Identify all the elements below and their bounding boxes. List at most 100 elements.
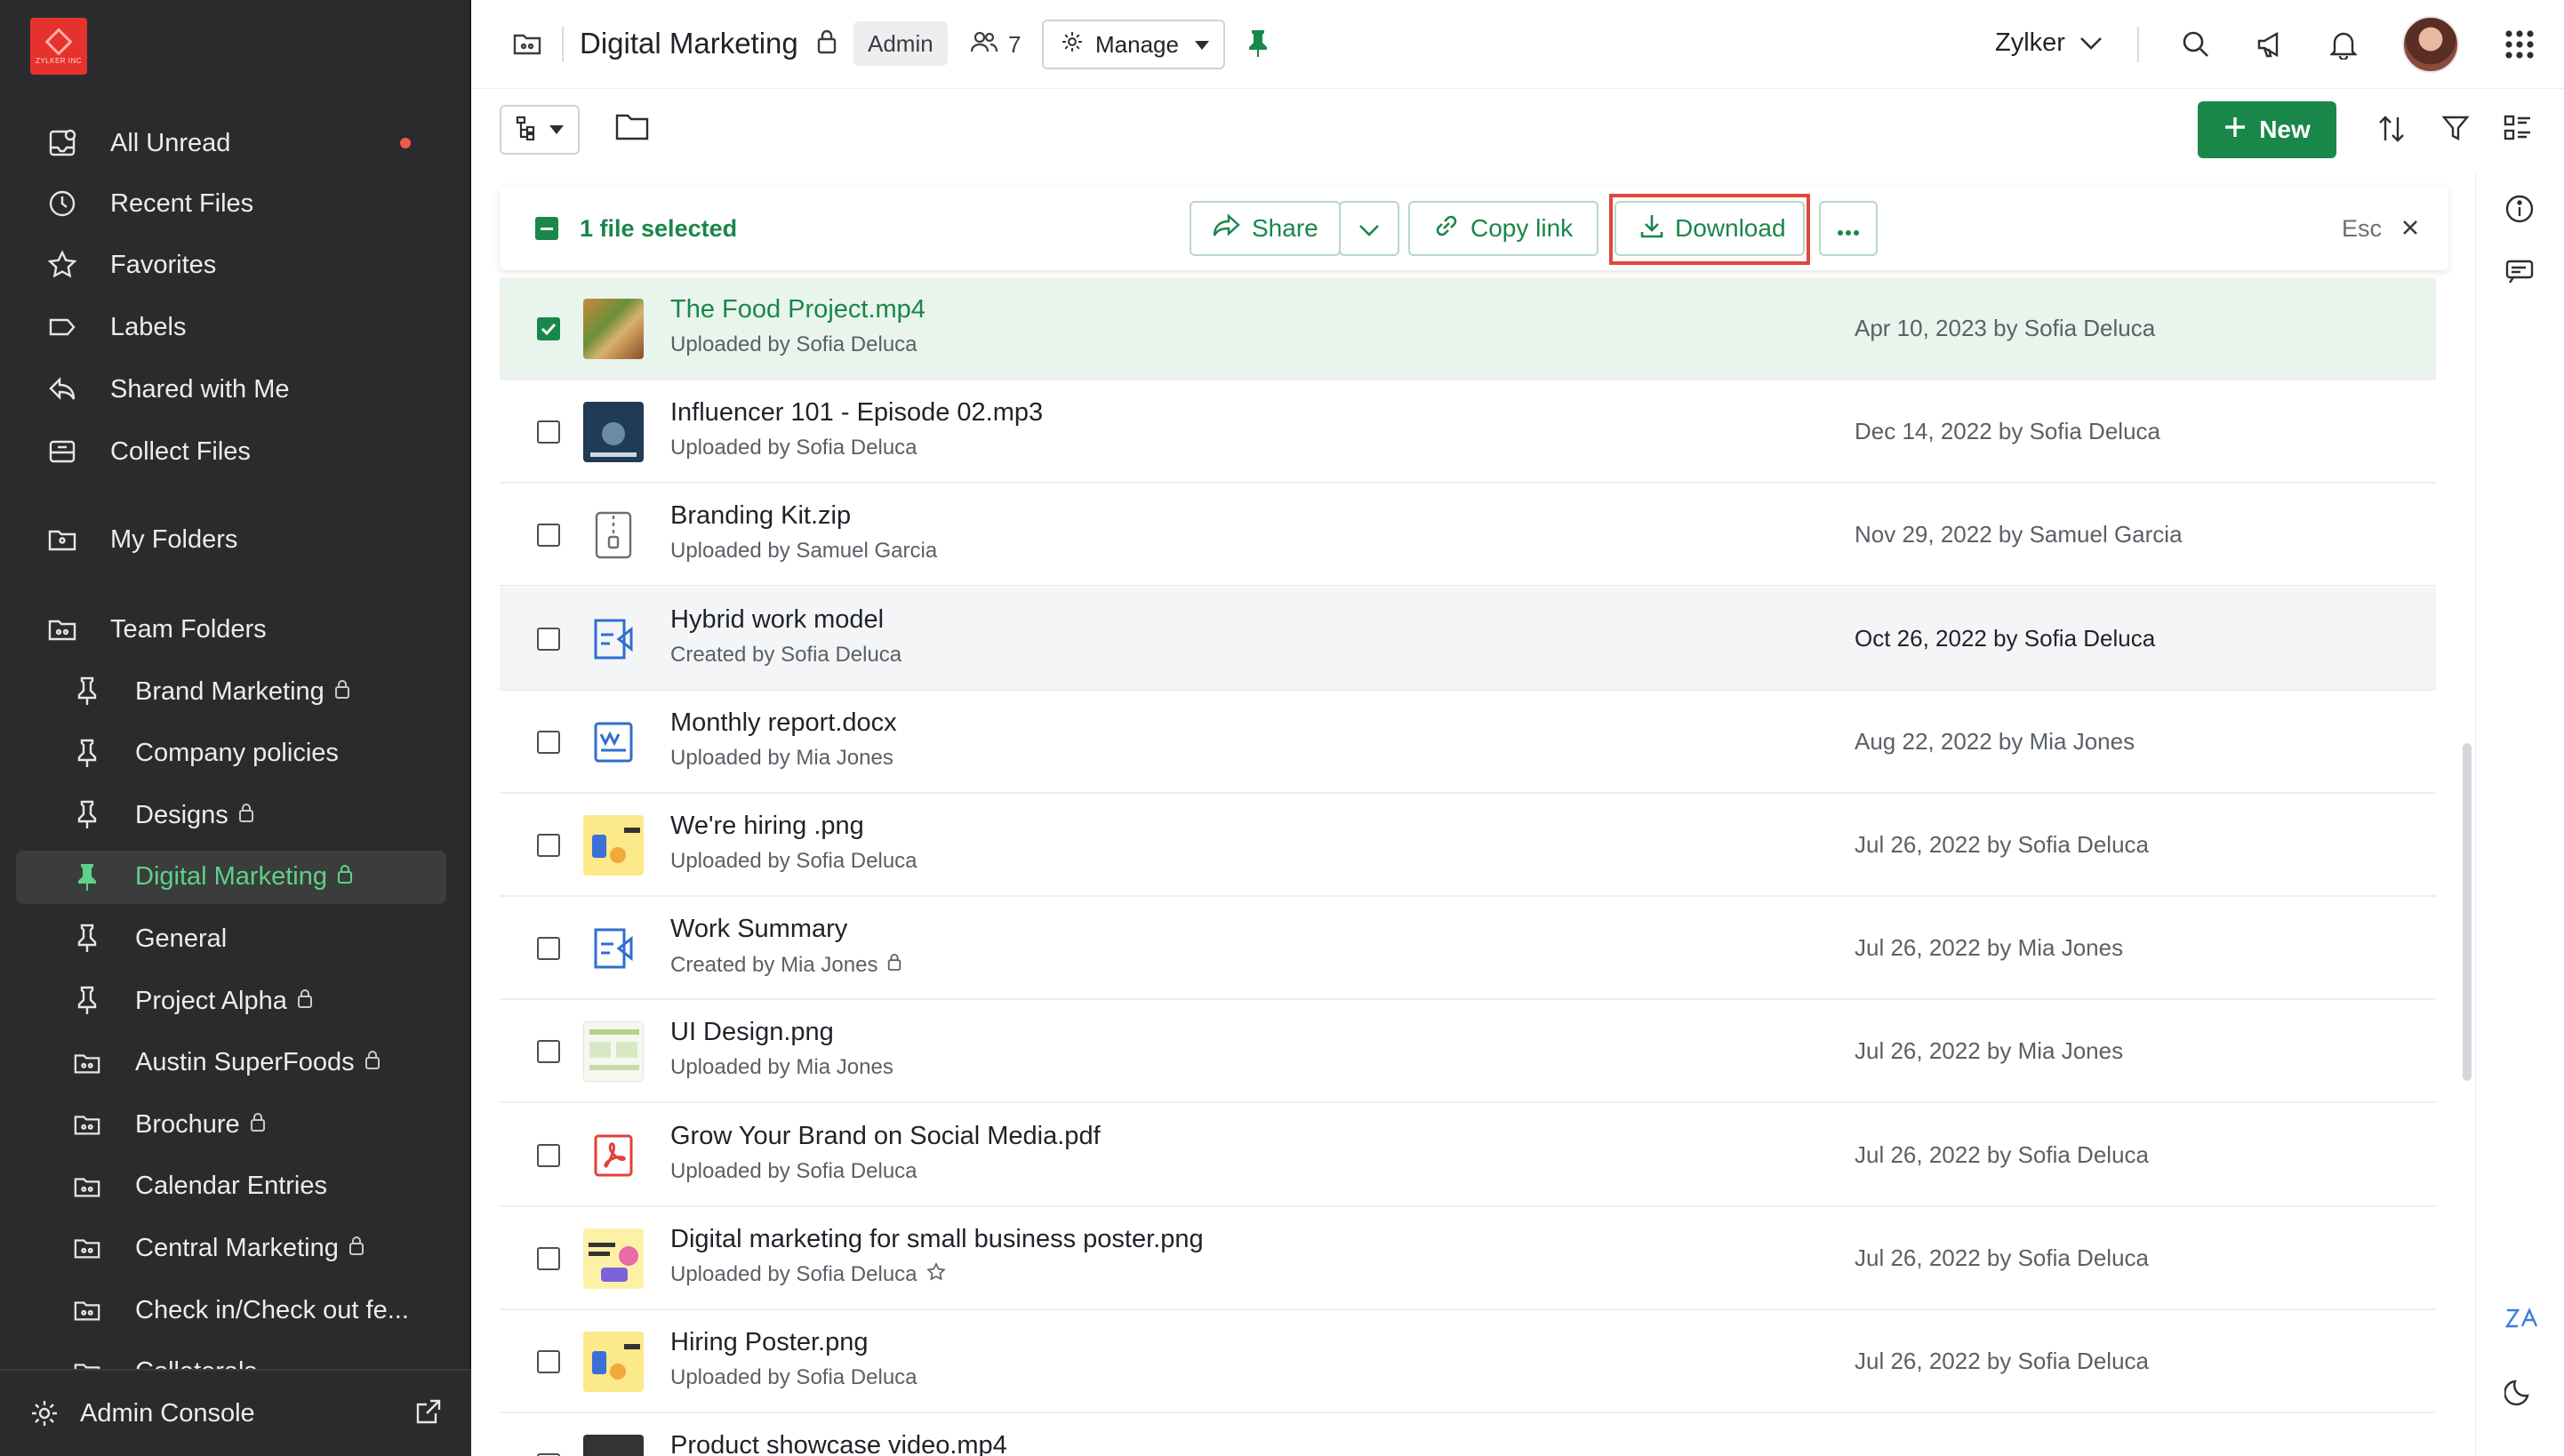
file-row[interactable]: Grow Your Brand on Social Media.pdf Uploa… xyxy=(500,1104,2436,1207)
row-checkbox[interactable] xyxy=(537,1040,560,1064)
file-name[interactable]: Product showcase video.mp4 xyxy=(670,1431,1007,1456)
file-name[interactable]: Monthly report.docx xyxy=(670,708,897,738)
file-name[interactable]: The Food Project.mp4 xyxy=(670,295,925,324)
comment-icon[interactable] xyxy=(2504,256,2535,291)
row-checkbox[interactable] xyxy=(537,1143,560,1167)
row-checkbox[interactable] xyxy=(537,524,560,548)
new-button-label: New xyxy=(2259,116,2311,143)
company-logo[interactable]: ZYLKER INC xyxy=(30,18,87,75)
file-name[interactable]: Grow Your Brand on Social Media.pdf xyxy=(670,1122,1101,1151)
sidebar-item-label: Brochure xyxy=(135,1109,240,1139)
sidebar-team-folder-item[interactable]: Brand Marketing xyxy=(16,665,446,718)
sidebar-item-all-unread[interactable]: All Unread xyxy=(16,116,446,170)
zia-icon[interactable] xyxy=(2504,1305,2540,1336)
share-options-dropdown[interactable] xyxy=(1339,201,1399,256)
sidebar-team-folder-item[interactable]: Central Marketing xyxy=(16,1221,446,1275)
file-uploader: Uploaded by Sofia Deluca xyxy=(670,1262,917,1287)
lock-icon xyxy=(333,677,351,707)
team-folder-icon[interactable] xyxy=(512,28,542,63)
dark-mode-icon[interactable] xyxy=(2504,1376,2535,1411)
sidebar-team-folder-item[interactable]: Digital Marketing xyxy=(16,850,446,904)
search-icon[interactable] xyxy=(2178,27,2214,62)
file-modified: Jul 26, 2022 by Sofia Deluca xyxy=(1855,1244,2149,1271)
file-name[interactable]: Branding Kit.zip xyxy=(670,501,851,531)
row-checkbox[interactable] xyxy=(537,937,560,961)
sidebar-team-folder-item[interactable]: Austin SuperFoods xyxy=(16,1036,446,1090)
file-row[interactable]: Monthly report.docx Uploaded by Mia Jones… xyxy=(500,691,2436,794)
sidebar-team-folder-item[interactable]: General xyxy=(16,912,446,965)
row-checkbox[interactable] xyxy=(537,730,560,754)
sort-icon[interactable] xyxy=(2377,114,2406,148)
sidebar-team-folder-item[interactable]: Company policies xyxy=(16,727,446,780)
bell-icon[interactable] xyxy=(2326,27,2361,62)
sidebar-item-favorites[interactable]: Favorites xyxy=(16,238,446,292)
file-row[interactable]: We're hiring .png Uploaded by Sofia Deluc… xyxy=(500,794,2436,897)
org-switcher[interactable]: Zylker xyxy=(1995,28,2103,58)
sidebar-item-collect-files[interactable]: Collect Files xyxy=(16,425,446,478)
file-modified: Jul 26, 2022 by Mia Jones xyxy=(1855,934,2124,962)
file-row[interactable]: Digital marketing for small business pos… xyxy=(500,1207,2436,1310)
sidebar-team-folder-item[interactable]: Calendar Entries xyxy=(16,1160,446,1213)
file-row[interactable]: Work Summary Created by Mia Jones Jul 26, … xyxy=(500,897,2436,1001)
sidebar-item-my-folders[interactable]: My Folders xyxy=(16,513,446,566)
file-name[interactable]: Hybrid work model xyxy=(670,605,884,635)
file-row[interactable]: Hiring Poster.png Uploaded by Sofia Deluc… xyxy=(500,1310,2436,1413)
app-grid-icon[interactable] xyxy=(2502,27,2537,62)
file-row[interactable]: The Food Project.mp4 Uploaded by Sofia De… xyxy=(500,277,2436,380)
admin-console-bar[interactable]: Admin Console xyxy=(0,1369,471,1456)
sidebar-team-folder-item[interactable]: Brochure xyxy=(16,1098,446,1151)
row-checkbox[interactable] xyxy=(537,317,560,340)
list-view-icon[interactable] xyxy=(2504,114,2532,147)
sidebar-item-shared-with-me[interactable]: Shared with Me xyxy=(16,363,446,416)
sidebar-item-team-folders[interactable]: Team Folders xyxy=(16,603,446,656)
members-button[interactable]: 7 xyxy=(970,30,1021,60)
sidebar-team-folder-item[interactable]: Check in/Check out fe... xyxy=(16,1284,446,1337)
select-all-checkbox[interactable] xyxy=(535,217,558,240)
clear-selection-button[interactable]: Esc xyxy=(2342,215,2419,243)
sidebar-team-folder-item[interactable]: Designs xyxy=(16,788,446,842)
file-name[interactable]: Work Summary xyxy=(670,915,847,944)
file-name[interactable]: Digital marketing for small business pos… xyxy=(670,1225,1204,1254)
share-button[interactable]: Share xyxy=(1190,201,1341,256)
file-row[interactable]: Branding Kit.zip Uploaded by Samuel Garci… xyxy=(500,484,2436,588)
file-row[interactable]: Influencer 101 - Episode 02.mp3 Uploaded … xyxy=(500,380,2436,484)
more-actions-button[interactable] xyxy=(1819,201,1878,256)
pin-icon xyxy=(71,676,103,708)
sidebar-item-recent-files[interactable]: Recent Files xyxy=(16,177,446,230)
file-thumbnail xyxy=(583,1021,644,1083)
external-link-icon[interactable] xyxy=(413,1397,443,1432)
pin-icon[interactable] xyxy=(1246,28,1270,63)
file-name[interactable]: Influencer 101 - Episode 02.mp3 xyxy=(670,398,1043,428)
gear-icon xyxy=(28,1397,60,1434)
sidebar-team-folder-item[interactable]: Project Alpha xyxy=(16,974,446,1028)
file-name[interactable]: Hiring Poster.png xyxy=(670,1328,868,1357)
filter-icon[interactable] xyxy=(2441,114,2470,147)
file-uploader: Uploaded by Sofia Deluca xyxy=(670,436,917,460)
row-checkbox[interactable] xyxy=(537,834,560,857)
copy-link-button[interactable]: Copy link xyxy=(1408,201,1598,256)
folder-icon[interactable] xyxy=(615,112,649,145)
download-highlight-box xyxy=(1609,194,1810,265)
sidebar-item-labels[interactable]: Labels xyxy=(16,300,446,354)
row-checkbox[interactable] xyxy=(537,1246,560,1270)
file-row[interactable]: Product showcase video.mp4 xyxy=(500,1413,2436,1456)
page-title: Digital Marketing xyxy=(580,27,798,60)
announcement-icon[interactable] xyxy=(2253,27,2288,62)
team-folder-icon xyxy=(71,1108,103,1140)
row-checkbox[interactable] xyxy=(537,1350,560,1373)
tree-view-dropdown[interactable] xyxy=(500,105,580,155)
file-row[interactable]: UI Design.png Uploaded by Mia Jones Jul 26… xyxy=(500,1000,2436,1104)
user-avatar[interactable] xyxy=(2402,16,2459,73)
new-button[interactable]: New xyxy=(2198,101,2336,158)
file-name[interactable]: UI Design.png xyxy=(670,1018,834,1047)
scrollbar[interactable] xyxy=(2463,743,2472,1081)
file-name[interactable]: We're hiring .png xyxy=(670,812,864,841)
manage-dropdown[interactable]: Manage xyxy=(1042,20,1225,69)
star-icon[interactable] xyxy=(925,1261,946,1288)
info-icon[interactable] xyxy=(2504,194,2535,228)
selected-count: 1 file selected xyxy=(580,215,738,242)
presentation-icon xyxy=(583,609,644,669)
row-checkbox[interactable] xyxy=(537,627,560,651)
row-checkbox[interactable] xyxy=(537,420,560,444)
file-row[interactable]: Hybrid work model Created by Sofia Deluca… xyxy=(500,587,2436,691)
